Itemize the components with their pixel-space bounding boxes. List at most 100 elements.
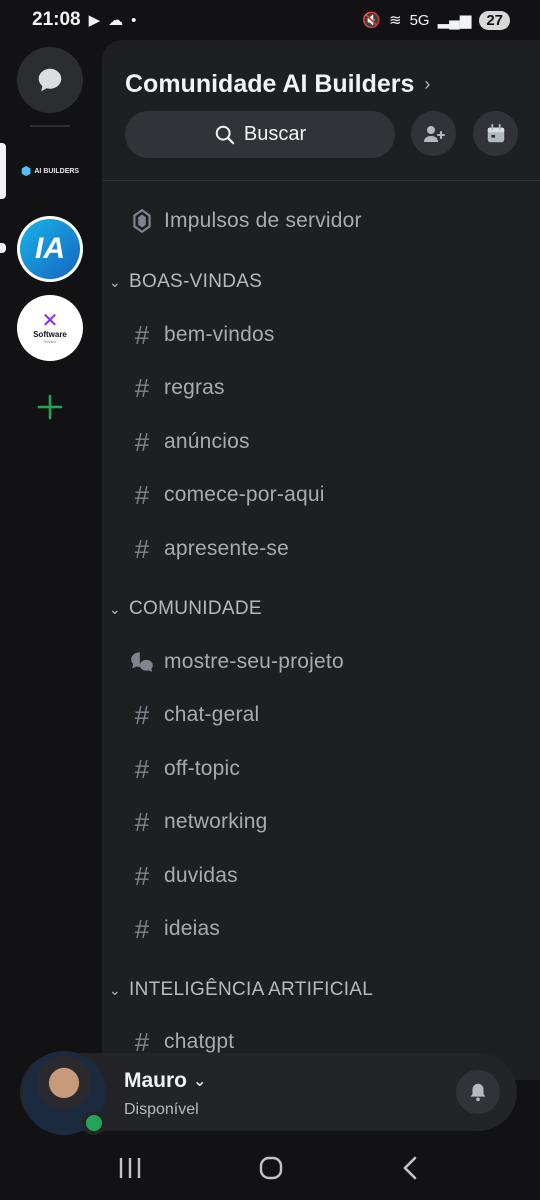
software-logo-subtext: Hacker bbox=[43, 339, 57, 344]
category-label: BOAS-VINDAS bbox=[129, 271, 263, 292]
channel-label: apresente-se bbox=[164, 537, 289, 560]
server-rail: ⬢ AI BUILDERS IA ✕ Software Hacker bbox=[0, 40, 102, 1055]
hash-icon: # bbox=[134, 319, 150, 350]
category-label: COMUNIDADE bbox=[129, 598, 262, 619]
channel-panel: Comunidade AI Builders › Buscar Impulsos… bbox=[102, 40, 540, 1080]
hash-icon: # bbox=[134, 426, 150, 457]
user-name: Mauro bbox=[124, 1069, 187, 1092]
channel-ideias[interactable]: # ideias bbox=[102, 909, 540, 949]
category-inteligencia-artificial[interactable]: ⌄ INTELIGÊNCIA ARTIFICIAL bbox=[102, 973, 540, 1007]
calendar-icon bbox=[487, 123, 504, 142]
channel-label: off-topic bbox=[164, 757, 241, 780]
channel-label: bem-vindos bbox=[164, 323, 275, 346]
invite-members-button[interactable] bbox=[411, 111, 456, 156]
channel-label: chat-geral bbox=[164, 703, 260, 726]
online-status-dot bbox=[82, 1111, 106, 1135]
channel-chat-geral[interactable]: # chat-geral bbox=[102, 695, 540, 735]
hash-icon: # bbox=[134, 699, 150, 730]
clock: 21:08 bbox=[32, 9, 81, 30]
battery-indicator: 27 bbox=[479, 10, 510, 30]
category-comunidade[interactable]: ⌄ COMUNIDADE bbox=[102, 592, 540, 626]
channel-label: mostre-seu-projeto bbox=[164, 650, 344, 673]
ai-builders-logo-text: AI BUILDERS bbox=[34, 167, 80, 175]
rail-divider bbox=[30, 125, 70, 127]
header-divider bbox=[102, 180, 540, 181]
status-bar: 21:08 ▶ ☁ • 🔇 ≋ 5G ▂▄▆ 27 bbox=[0, 0, 540, 40]
channel-label: networking bbox=[164, 810, 268, 833]
category-boas-vindas[interactable]: ⌄ BOAS-VINDAS bbox=[102, 265, 540, 299]
signal-icon: ▂▄▆ bbox=[437, 12, 472, 29]
channel-label: comece-por-aqui bbox=[164, 483, 325, 506]
user-name-button[interactable]: Mauro ⌄ bbox=[124, 1069, 206, 1093]
hash-icon: # bbox=[134, 806, 150, 837]
boost-gem-icon bbox=[133, 208, 151, 234]
channel-mostre-seu-projeto[interactable]: mostre-seu-projeto bbox=[102, 642, 540, 682]
channel-label: duvidas bbox=[164, 864, 238, 887]
channel-networking[interactable]: # networking bbox=[102, 802, 540, 842]
search-button[interactable]: Buscar bbox=[125, 111, 395, 158]
system-navigation-bar bbox=[0, 1135, 540, 1200]
channel-anuncios[interactable]: # anúncios bbox=[102, 422, 540, 462]
channel-label: anúncios bbox=[164, 430, 250, 453]
home-icon[interactable] bbox=[258, 1155, 284, 1181]
chevron-right-icon: › bbox=[424, 74, 431, 94]
server-boosts-item[interactable]: Impulsos de servidor bbox=[102, 201, 540, 241]
cloud-icon: ☁ bbox=[108, 12, 124, 29]
unread-indicator bbox=[0, 243, 6, 253]
channel-label: ideias bbox=[164, 917, 221, 940]
active-server-indicator bbox=[0, 143, 6, 199]
plus-icon bbox=[37, 394, 63, 420]
network-label: 5G bbox=[409, 11, 430, 29]
dot-icon: • bbox=[131, 11, 137, 29]
status-right: 🔇 ≋ 5G ▂▄▆ 27 bbox=[362, 10, 510, 30]
notifications-button[interactable] bbox=[456, 1070, 500, 1114]
user-panel[interactable]: Mauro ⌄ Disponível bbox=[20, 1051, 517, 1135]
hash-icon: # bbox=[134, 479, 150, 510]
back-icon[interactable] bbox=[399, 1155, 423, 1181]
recent-apps-icon[interactable] bbox=[117, 1156, 143, 1180]
user-status: Disponível bbox=[124, 1101, 199, 1118]
software-x-logo-icon: ✕ bbox=[41, 310, 59, 332]
bell-icon bbox=[470, 1083, 486, 1102]
channel-comece-por-aqui[interactable]: # comece-por-aqui bbox=[102, 475, 540, 515]
direct-messages-button[interactable] bbox=[17, 47, 83, 113]
channel-duvidas[interactable]: # duvidas bbox=[102, 856, 540, 896]
chevron-down-icon: ⌄ bbox=[109, 273, 122, 290]
mute-icon: 🔇 bbox=[362, 12, 382, 29]
chevron-down-icon: ⌄ bbox=[109, 600, 122, 617]
channel-bem-vindos[interactable]: # bem-vindos bbox=[102, 315, 540, 355]
events-button[interactable] bbox=[473, 111, 518, 156]
add-server-button[interactable] bbox=[30, 387, 70, 427]
ia-logo: IA bbox=[20, 219, 80, 279]
hash-icon: # bbox=[134, 372, 150, 403]
guild-title-button[interactable]: Comunidade AI Builders › bbox=[125, 70, 430, 99]
youtube-icon: ▶ bbox=[88, 12, 101, 29]
channel-regras[interactable]: # regras bbox=[102, 368, 540, 408]
status-left: 21:08 ▶ ☁ • bbox=[32, 9, 136, 31]
chevron-down-icon: ⌄ bbox=[193, 1073, 207, 1090]
channel-off-topic[interactable]: # off-topic bbox=[102, 749, 540, 789]
chat-bubble-icon bbox=[38, 68, 62, 92]
hash-icon: # bbox=[134, 913, 150, 944]
category-label: INTELIGÊNCIA ARTIFICIAL bbox=[129, 979, 374, 1000]
software-logo-text: Software bbox=[33, 330, 67, 339]
add-user-icon bbox=[423, 125, 445, 142]
channel-apresente-se[interactable]: # apresente-se bbox=[102, 529, 540, 569]
guild-title: Comunidade AI Builders bbox=[125, 70, 415, 98]
channel-label: chatgpt bbox=[164, 1030, 235, 1053]
search-icon bbox=[215, 125, 235, 144]
hash-icon: # bbox=[134, 753, 150, 784]
server-software[interactable]: ✕ Software Hacker bbox=[17, 295, 83, 361]
ai-builders-logo-icon: ⬢ bbox=[20, 164, 32, 178]
hash-icon: # bbox=[134, 533, 150, 564]
hash-icon: # bbox=[134, 860, 150, 891]
wifi-icon: ≋ bbox=[389, 12, 402, 29]
channel-label: regras bbox=[164, 376, 225, 399]
server-ai-builders[interactable]: ⬢ AI BUILDERS bbox=[17, 138, 83, 204]
chevron-down-icon: ⌄ bbox=[109, 981, 122, 998]
server-boosts-label: Impulsos de servidor bbox=[164, 209, 362, 232]
server-ia[interactable]: IA bbox=[17, 216, 83, 282]
search-label: Buscar bbox=[243, 123, 307, 145]
forum-icon bbox=[131, 652, 153, 672]
guild-header: Comunidade AI Builders › Buscar bbox=[102, 40, 540, 180]
